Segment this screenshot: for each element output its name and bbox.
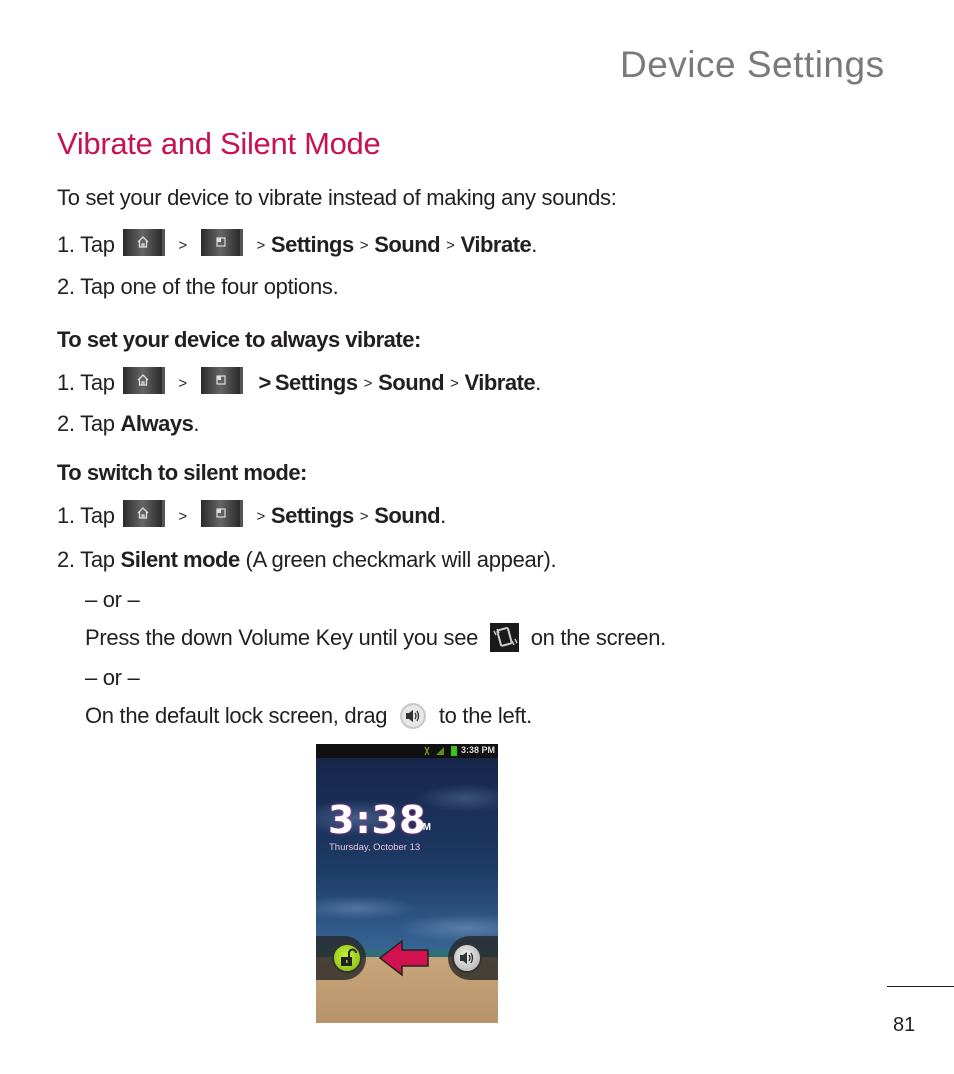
separator: > (446, 237, 455, 254)
sound-handle[interactable] (452, 943, 482, 973)
home-key-button (122, 367, 165, 394)
lock-clock: 3:38 (328, 798, 427, 842)
intro-text: To set your device to vibrate instead of… (57, 185, 617, 210)
always-vibrate-step-1: 1. Tap > > Settings > Sound > Vibrate. (57, 367, 541, 401)
vibrate-step-2: 2. Tap one of the four options. (57, 274, 339, 299)
separator: > (359, 237, 369, 254)
or-divider-1: – or – (85, 587, 140, 612)
path-settings: Settings (274, 370, 358, 395)
separator: > (178, 508, 187, 525)
menu-key-button (200, 367, 243, 394)
step-prefix: 1. Tap (57, 370, 115, 395)
path-sound: Sound (378, 370, 445, 395)
lock-date: Thursday, October 13 (329, 842, 421, 853)
home-icon (137, 507, 149, 519)
alt-lock-screen: On the default lock screen, drag to the … (85, 701, 532, 738)
home-icon (137, 374, 149, 386)
separator: > (363, 375, 373, 392)
menu-icon (216, 508, 226, 518)
separator: > (359, 508, 369, 525)
separator: > (178, 237, 187, 254)
menu-key-button (200, 229, 243, 256)
sky-background (316, 758, 498, 958)
home-key-button (122, 229, 165, 256)
path-settings: Settings (270, 232, 354, 257)
menu-icon (216, 237, 226, 247)
option-always: Always (120, 411, 194, 436)
alt-text-after: to the left. (438, 703, 532, 728)
step-rest: (A green checkmark will appear). (239, 547, 557, 572)
status-bar: 3:38 PM (316, 744, 498, 758)
menu-icon (216, 375, 226, 385)
alt-text-before: On the default lock screen, drag (85, 703, 388, 728)
option-silent-mode: Silent mode (120, 547, 241, 572)
status-icons (424, 746, 457, 756)
always-vibrate-step-2: 2. Tap Always. (57, 409, 199, 439)
period: . (535, 370, 541, 395)
step-prefix: 1. Tap (57, 232, 115, 257)
path-sound: Sound (374, 503, 441, 528)
separator: > (256, 508, 265, 525)
silent-mode-step-1: 1. Tap > > Settings > Sound. (57, 500, 446, 534)
period: . (193, 411, 200, 436)
path-vibrate: Vibrate (464, 370, 536, 395)
step-prefix: 1. Tap (57, 503, 115, 528)
path-settings: Settings (270, 503, 354, 528)
menu-key-button (200, 500, 243, 527)
chapter-title: Device Settings (620, 44, 885, 85)
path-sound: Sound (374, 232, 441, 257)
home-key-button (122, 500, 165, 527)
unlock-handle[interactable] (332, 943, 362, 973)
home-icon (137, 236, 149, 248)
vibrate-icon (489, 623, 519, 660)
lock-clock-ampm: PM (416, 822, 431, 833)
lock-screen-image: 3:38 PM 3:38 PM Thursday, October 13 (316, 744, 498, 1023)
separator: > (258, 370, 271, 395)
speaker-icon (460, 952, 474, 964)
silent-mode-step-2: 2. Tap Silent mode (A green checkmark wi… (57, 545, 557, 575)
page-number: 81 (893, 1014, 916, 1036)
step-prefix: 2. Tap (57, 547, 115, 572)
speaker-icon (399, 702, 427, 738)
vibrate-step-1: 1. Tap > > Settings > Sound > Vibrate. (57, 229, 537, 263)
step-prefix: 2. Tap (57, 411, 115, 436)
footer-divider (887, 986, 954, 987)
separator: > (450, 375, 459, 392)
period: . (440, 503, 446, 528)
unlock-icon (341, 948, 357, 966)
path-vibrate: Vibrate (460, 232, 532, 257)
always-vibrate-heading: To set your device to always vibrate: (57, 327, 421, 352)
or-divider-2: – or – (85, 665, 140, 690)
status-time: 3:38 PM (460, 745, 495, 755)
period: . (531, 232, 538, 257)
alt-text-before: Press the down Volume Key until you see (85, 625, 479, 650)
separator: > (256, 237, 265, 254)
drag-left-arrow-icon (378, 939, 429, 977)
section-heading: Vibrate and Silent Mode (57, 126, 381, 161)
alt-text-after: on the screen. (530, 625, 667, 650)
alt-volume-key: Press the down Volume Key until you see … (85, 623, 666, 660)
separator: > (178, 375, 187, 392)
silent-mode-heading: To switch to silent mode: (57, 460, 307, 485)
